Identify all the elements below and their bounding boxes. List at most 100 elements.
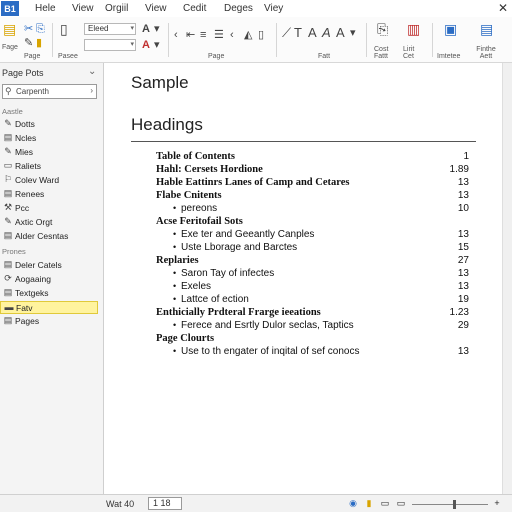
chevron-left-icon[interactable]: ‹ xyxy=(174,29,178,41)
nav-item[interactable]: ✎ Mies xyxy=(0,146,98,159)
document-canvas[interactable]: Sample Headings Table of Contents 1 Hahl: … xyxy=(105,63,512,494)
nav-item[interactable]: ⚒ Pcc xyxy=(0,202,98,215)
zoom-in-icon[interactable]: + xyxy=(492,498,502,509)
nav-item[interactable]: ▤ Pages xyxy=(0,315,98,328)
bullet-icon: • xyxy=(173,281,177,291)
menu-bar: B1 Hele View Orgiil View Cedit Deges Vie… xyxy=(0,0,512,17)
toc-entry-text: Replaries xyxy=(156,255,199,266)
document-heading: Headings xyxy=(131,115,203,134)
toc-row[interactable]: • Exe ter and Geeantly Canples 13 xyxy=(105,229,512,242)
shading-icon[interactable]: ◭ xyxy=(244,29,252,41)
limit-edit-icon[interactable]: ▥ xyxy=(407,22,420,36)
nav-item[interactable]: ▤ Textgeks xyxy=(0,287,98,300)
style-normal-icon[interactable]: A xyxy=(308,26,317,39)
nav-item[interactable]: ▤ Deler Catels xyxy=(0,259,98,272)
menu-item-edit[interactable]: Cedit xyxy=(183,3,206,14)
app-logo[interactable]: B1 xyxy=(1,1,19,16)
finish-icon[interactable]: ▤ xyxy=(480,22,493,36)
copy-format-group: ⎘ Cost Fattt xyxy=(370,19,396,61)
toc-entry-page: 13 xyxy=(457,190,469,201)
toc-entry-text: Acse Feritofail Sots xyxy=(156,216,243,227)
toc-entry-text: Exeles xyxy=(181,281,212,292)
toc-row[interactable]: Replaries 27 xyxy=(105,255,512,268)
menu-item-view-3[interactable]: Viey xyxy=(264,3,283,14)
zoom-slider[interactable] xyxy=(412,500,488,509)
format-painter-icon[interactable]: ✎ xyxy=(24,37,33,49)
nav-search-input[interactable]: ⚲ Carpenth › xyxy=(2,84,97,99)
insert-group: ▣ Imtetee xyxy=(436,19,468,61)
toc-row[interactable]: • Saron Tay of infectes 13 xyxy=(105,268,512,281)
toc-row[interactable]: Hable Eattinrs Lanes of Camp and Cetares… xyxy=(105,177,512,190)
chevron-down-icon[interactable]: ⌄ xyxy=(88,66,96,77)
copy-icon[interactable]: ⎘ xyxy=(36,23,45,35)
style-text-icon[interactable]: T xyxy=(294,26,302,39)
toc-row[interactable]: Acse Feritofail Sots xyxy=(105,216,512,229)
toc-row[interactable]: • pereons 10 xyxy=(105,203,512,216)
print-layout-icon[interactable]: ▭ xyxy=(380,498,390,509)
nav-item[interactable]: ▤ Renees xyxy=(0,188,98,201)
numbering-icon[interactable]: ☰ xyxy=(214,29,224,41)
zoom-slider-thumb[interactable] xyxy=(452,500,456,509)
font-name-combo[interactable]: Eleed ▾ xyxy=(84,23,136,35)
cut-icon[interactable]: ✂ xyxy=(24,23,33,35)
chevron-right-icon[interactable]: › xyxy=(90,86,93,95)
bullet-icon: • xyxy=(173,229,177,239)
menu-item-original[interactable]: Orgiil xyxy=(105,3,128,14)
style-heading-icon[interactable]: A xyxy=(336,26,345,39)
nav-item-label: Deler Catels xyxy=(15,260,62,270)
menu-item-view-2[interactable]: View xyxy=(145,3,167,14)
nav-item[interactable]: ⚐ Colev Ward xyxy=(0,174,98,187)
chevron-left-icon[interactable]: ‹ xyxy=(230,29,234,41)
menu-item-home[interactable]: Hele xyxy=(35,3,56,14)
ribbon: ▤ ✂ ⎘ ✎ ▮ Fage Page ▯ Pasee Eleed ▾ ▾ A … xyxy=(0,17,512,63)
menu-item-pages[interactable]: Deges xyxy=(224,3,253,14)
borders-icon[interactable]: ▯ xyxy=(258,29,264,41)
page-icon[interactable]: ▯ xyxy=(60,22,68,36)
nav-item[interactable]: ▤ Alder Cesntas xyxy=(0,230,98,243)
nav-item[interactable]: ▭ Raliets xyxy=(0,160,98,173)
chevron-down-icon[interactable]: ▾ xyxy=(154,23,160,35)
web-layout-icon[interactable]: ▭ xyxy=(396,498,406,509)
align-icon[interactable]: ≡ xyxy=(200,29,206,41)
toc-row[interactable]: Flabe Cnitents 13 xyxy=(105,190,512,203)
nav-item[interactable]: ⟳ Aogaaing xyxy=(0,273,98,286)
nav-item[interactable]: ✎ Dotts xyxy=(0,118,98,131)
nav-item[interactable]: ▤ Ncles xyxy=(0,132,98,145)
toc-entry-text: Uste Lborage and Barctes xyxy=(181,242,298,253)
read-mode-icon[interactable]: ▮ xyxy=(364,498,374,509)
toc-row[interactable]: Table of Contents 1 xyxy=(105,151,512,164)
vertical-scrollbar[interactable] xyxy=(502,63,512,494)
word-count[interactable]: Wat 40 xyxy=(106,499,134,509)
insert-picture-icon[interactable]: ▣ xyxy=(444,22,457,36)
finish-group: ▤ Finthe Aett xyxy=(470,19,510,61)
style-emphasis-icon[interactable]: A xyxy=(322,26,331,39)
nav-item[interactable]: ▬ Fatv xyxy=(0,301,98,314)
toc-row[interactable]: • Uste Lborage and Barctes 15 xyxy=(105,242,512,255)
paste-icon[interactable]: ▤ xyxy=(3,22,16,36)
style-pen-icon[interactable]: ⟋ xyxy=(282,26,291,39)
toc-row[interactable]: Enthicially Prdteral Frarge ieeations 1.2… xyxy=(105,307,512,320)
nav-item-label: Renees xyxy=(15,189,45,199)
page-number-box[interactable]: 1 18 xyxy=(148,497,182,510)
font-grow-icon[interactable]: A xyxy=(142,23,150,35)
toc-row[interactable]: Hahl: Cersets Hordione 1.89 xyxy=(105,164,512,177)
group-label-finish: Finthe Aett xyxy=(476,46,496,60)
chevron-down-icon[interactable]: ▾ xyxy=(154,39,160,51)
toc-row[interactable]: • Ferece and Esrtly Dulor seclas, Taptics… xyxy=(105,320,512,333)
font-color-icon[interactable]: A xyxy=(142,39,150,51)
font-size-combo[interactable]: ▾ xyxy=(84,39,136,51)
copy-format-icon[interactable]: ⎘ xyxy=(377,22,388,36)
toc-row[interactable]: • Use to th engater of inqital of sef con… xyxy=(105,346,512,359)
toc-row[interactable]: • Exeles 13 xyxy=(105,281,512,294)
focus-icon[interactable]: ◉ xyxy=(348,498,358,509)
menu-item-view[interactable]: View xyxy=(72,3,94,14)
chevron-down-icon[interactable]: ▾ xyxy=(350,27,356,39)
toc-row[interactable]: • Lattce of ection 19 xyxy=(105,294,512,307)
toc-row[interactable]: Page Clourts xyxy=(105,333,512,346)
close-icon[interactable]: ✕ xyxy=(496,1,510,15)
paste-label: Fage xyxy=(2,44,18,51)
indent-icon[interactable]: ⇤ xyxy=(186,29,195,41)
nav-section-label: Prones xyxy=(2,247,26,256)
clipboard-icon[interactable]: ▮ xyxy=(36,37,42,49)
nav-item[interactable]: ✎ Axtic Orgt xyxy=(0,216,98,229)
